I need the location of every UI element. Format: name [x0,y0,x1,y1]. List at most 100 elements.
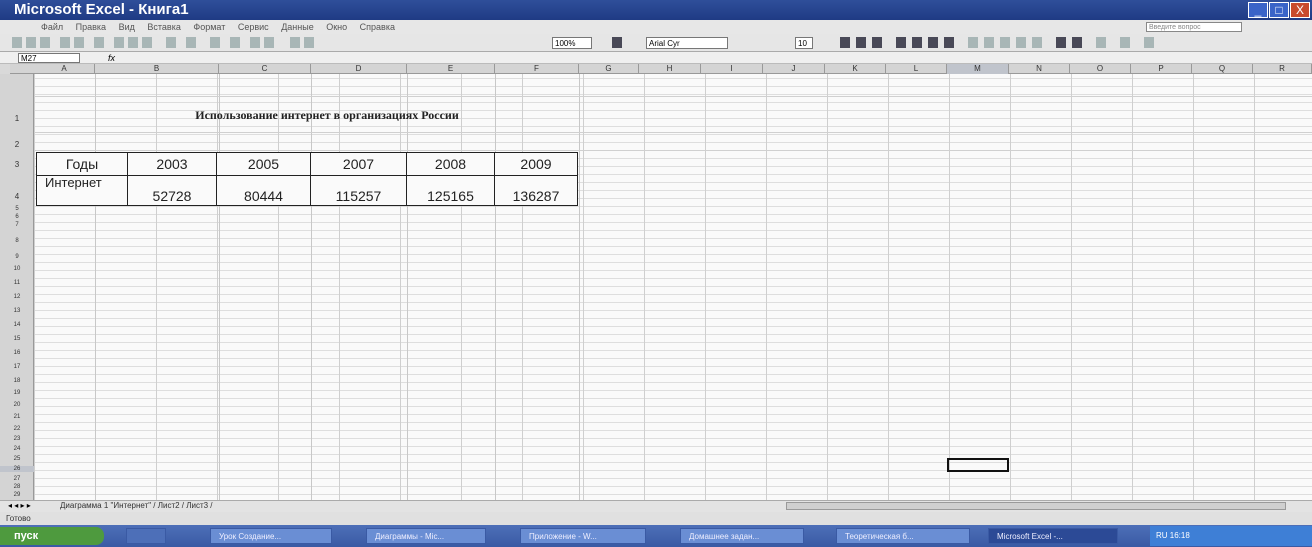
row-header-23[interactable]: 23 [0,436,34,442]
zoom-select[interactable]: 100% [552,37,592,49]
column-header-r[interactable]: R [1253,64,1312,74]
system-tray[interactable]: RU 16:18 [1150,526,1312,546]
table-cell-value[interactable]: 125165 [406,175,495,206]
drawing-icon[interactable] [304,37,314,48]
decrease-decimal-icon[interactable] [1032,37,1042,48]
align-right-icon[interactable] [928,37,938,48]
column-header-j[interactable]: J [763,64,825,74]
column-header-l[interactable]: L [886,64,947,74]
increase-decimal-icon[interactable] [1016,37,1026,48]
active-cell-selection[interactable] [947,458,1009,472]
column-header-p[interactable]: P [1131,64,1192,74]
taskbar-item[interactable]: Теоретическая б... [836,528,970,544]
table-label-internet[interactable]: Интернет [36,175,128,206]
column-header-k[interactable]: K [825,64,886,74]
cut-icon[interactable] [114,37,124,48]
row-header-9[interactable]: 9 [0,254,34,260]
menu-format[interactable]: Формат [188,20,230,34]
table-cell-value[interactable]: 136287 [494,175,578,206]
column-header-g[interactable]: G [579,64,639,74]
table-cell-year[interactable]: 2007 [310,152,407,176]
autosum-icon[interactable] [230,37,240,48]
table-cell-year[interactable]: 2008 [406,152,495,176]
column-header-a[interactable]: A [34,64,95,74]
row-header-2[interactable]: 2 [0,140,34,149]
column-header-h[interactable]: H [639,64,701,74]
maximize-button[interactable]: □ [1269,2,1289,18]
fill-color-icon[interactable] [1120,37,1130,48]
row-header-20[interactable]: 20 [0,402,34,408]
table-cell-value[interactable]: 52728 [127,175,217,206]
row-header-24[interactable]: 24 [0,446,34,452]
menu-help[interactable]: Справка [355,20,400,34]
align-left-icon[interactable] [896,37,906,48]
column-header-m[interactable]: M [947,64,1009,74]
row-header-16[interactable]: 16 [0,350,34,356]
taskbar-item[interactable]: Урок Создание... [210,528,332,544]
increase-indent-icon[interactable] [1072,37,1082,48]
column-header-n[interactable]: N [1009,64,1070,74]
row-header-11[interactable]: 11 [0,280,34,286]
sort-asc-icon[interactable] [250,37,260,48]
row-header-28[interactable]: 28 [0,484,34,490]
menu-file[interactable]: Файл [36,20,68,34]
open-icon[interactable] [26,37,36,48]
align-center-icon[interactable] [912,37,922,48]
table-cell-value[interactable]: 80444 [216,175,311,206]
row-header-10[interactable]: 10 [0,266,34,272]
sheet-tab-list[interactable]: Диаграмма 1 "Интернет" / Лист2 / Лист3 / [60,500,213,512]
row-header-13[interactable]: 13 [0,308,34,314]
row-header-5[interactable]: 5 [0,206,34,212]
undo-icon[interactable] [166,37,176,48]
row-header-18[interactable]: 18 [0,378,34,384]
redo-icon[interactable] [186,37,196,48]
column-header-c[interactable]: C [219,64,311,74]
row-header-21[interactable]: 21 [0,414,34,420]
taskbar-item[interactable]: Приложение - W... [520,528,646,544]
start-button[interactable]: пуск [0,527,104,545]
column-header-d[interactable]: D [311,64,407,74]
sort-desc-icon[interactable] [264,37,274,48]
taskbar-item-active[interactable]: Microsoft Excel -... [988,528,1118,544]
row-header-26[interactable]: 26 [0,466,34,472]
decrease-indent-icon[interactable] [1056,37,1066,48]
column-header-i[interactable]: I [701,64,763,74]
row-header-7[interactable]: 7 [0,222,34,228]
menu-data[interactable]: Данные [276,20,319,34]
hyperlink-icon[interactable] [210,37,220,48]
column-header-f[interactable]: F [495,64,579,74]
row-header-15[interactable]: 15 [0,336,34,342]
font-size-select[interactable]: 10 [795,37,813,49]
italic-icon[interactable] [856,37,866,48]
row-header-29[interactable]: 29 [0,492,34,498]
row-header-3[interactable]: 3 [0,160,34,169]
row-header-1[interactable]: 1 [0,114,34,123]
table-cell-year[interactable]: 2003 [127,152,217,176]
row-header-17[interactable]: 17 [0,364,34,370]
tab-scroll-arrows-icon[interactable]: ◂ ◂ ▸ ▸ [8,500,31,512]
spelling-icon[interactable] [94,37,104,48]
column-header-o[interactable]: O [1070,64,1131,74]
table-label-years[interactable]: Годы [36,152,128,176]
row-header-27[interactable]: 27 [0,476,34,482]
menu-edit[interactable]: Правка [71,20,111,34]
bold-icon[interactable] [840,37,850,48]
menu-view[interactable]: Вид [114,20,140,34]
row-header-25[interactable]: 25 [0,456,34,462]
table-cell-year[interactable]: 2009 [494,152,578,176]
close-button[interactable]: X [1290,2,1310,18]
horizontal-scrollbar[interactable] [786,502,1286,510]
column-header-q[interactable]: Q [1192,64,1253,74]
minimize-button[interactable]: _ [1248,2,1268,18]
preview-icon[interactable] [74,37,84,48]
row-header-12[interactable]: 12 [0,294,34,300]
chart-wizard-icon[interactable] [290,37,300,48]
font-color-icon[interactable] [1144,37,1154,48]
merge-center-icon[interactable] [944,37,954,48]
menu-tools[interactable]: Сервис [233,20,274,34]
new-icon[interactable] [12,37,22,48]
copy-icon[interactable] [128,37,138,48]
taskbar-item[interactable]: Домашнее задан... [680,528,804,544]
row-header-6[interactable]: 6 [0,214,34,220]
font-select[interactable]: Arial Cyr [646,37,728,49]
